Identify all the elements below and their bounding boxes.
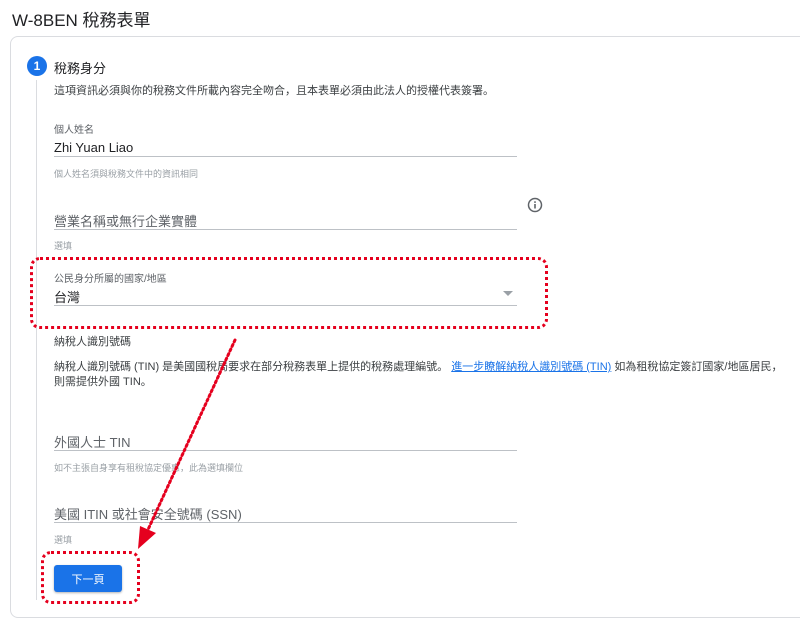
annotation-arrow-line bbox=[144, 338, 237, 536]
annotation-arrow bbox=[138, 338, 237, 549]
annotation-arrow-head bbox=[138, 526, 156, 549]
